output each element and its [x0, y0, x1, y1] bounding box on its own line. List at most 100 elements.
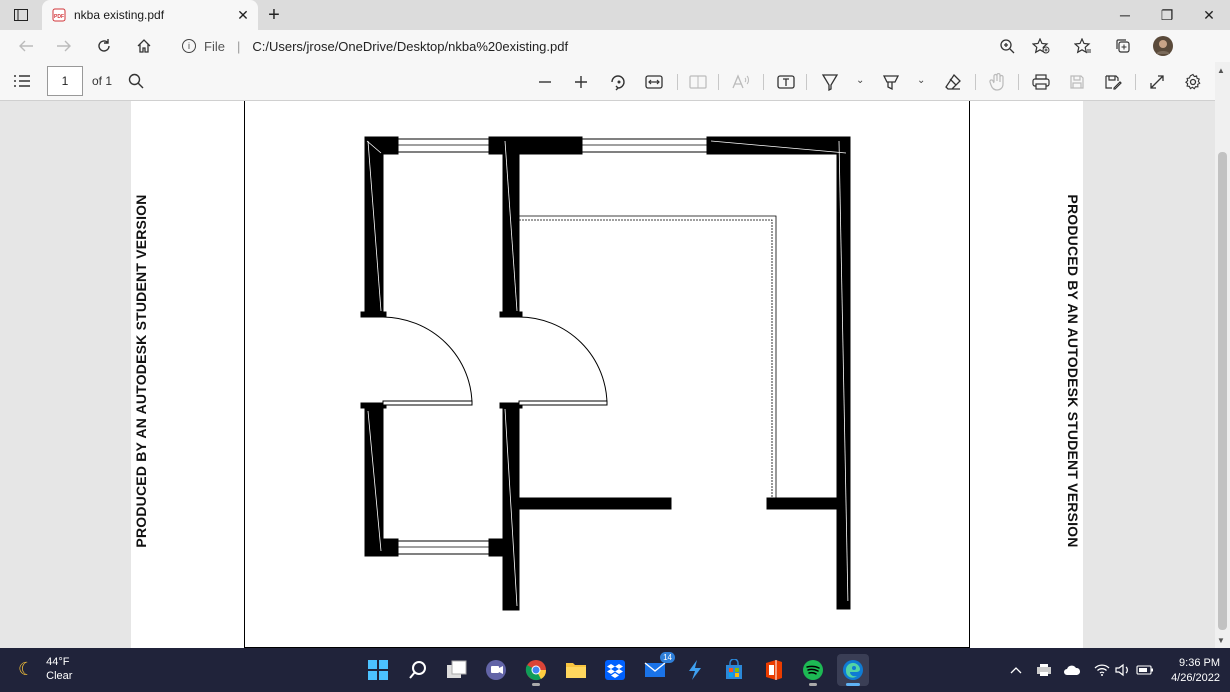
door-swing-left	[382, 316, 473, 406]
printer-tray-icon[interactable]	[1034, 660, 1054, 680]
settings-button[interactable]	[1182, 71, 1204, 93]
weather-widget[interactable]: ☾ 44°F Clear	[18, 655, 72, 683]
store-app[interactable]	[718, 654, 750, 686]
folder-icon	[566, 663, 586, 678]
forward-arrow-icon	[57, 40, 71, 52]
tab-actions-icon	[14, 9, 28, 21]
page-view-button[interactable]	[687, 71, 709, 93]
zoom-in-button[interactable]	[570, 71, 592, 93]
door-jamb	[499, 311, 523, 318]
office-icon	[766, 660, 782, 680]
collections-button[interactable]	[1110, 34, 1136, 58]
battery-icon[interactable]	[1135, 660, 1155, 680]
new-tab-button[interactable]: +	[262, 4, 286, 26]
save-button[interactable]	[1066, 71, 1088, 93]
office-app[interactable]	[758, 654, 790, 686]
scroll-down-arrow-icon[interactable]: ▼	[1217, 636, 1225, 645]
read-aloud-icon	[732, 74, 749, 89]
power-automate-app[interactable]	[679, 654, 711, 686]
toolbar-divider	[677, 74, 678, 90]
wifi-icon[interactable]	[1092, 660, 1112, 680]
fullscreen-button[interactable]	[1146, 71, 1168, 93]
favorites-button[interactable]	[1070, 34, 1096, 58]
home-button[interactable]	[130, 34, 158, 58]
show-hidden-icons-chevron-icon[interactable]	[1006, 660, 1026, 680]
minimize-button[interactable]: ─	[1104, 0, 1146, 30]
profile-button[interactable]	[1150, 34, 1176, 58]
draw-button[interactable]	[819, 71, 841, 93]
wall-bottom-left-b	[488, 538, 520, 557]
door-jamb	[360, 311, 387, 318]
table-of-contents-button[interactable]	[10, 70, 34, 92]
draw-options-chevron-icon[interactable]: ⌄	[856, 75, 864, 86]
add-favorite-button[interactable]	[1028, 34, 1054, 58]
expand-icon	[1150, 75, 1164, 89]
spotify-app[interactable]	[797, 654, 829, 686]
start-button[interactable]	[362, 654, 394, 686]
refresh-icon	[98, 39, 110, 52]
fit-width-icon	[645, 75, 663, 89]
erase-button[interactable]	[942, 71, 964, 93]
volume-icon[interactable]	[1113, 660, 1133, 680]
task-view-button[interactable]	[441, 654, 473, 686]
door-swing-right	[518, 316, 608, 406]
door-leaf-left	[382, 400, 473, 406]
page-number-input[interactable]: 1	[47, 66, 83, 96]
back-button[interactable]	[12, 34, 40, 58]
highlight-button[interactable]	[880, 71, 902, 93]
touch-write-button[interactable]	[986, 71, 1008, 93]
zoom-out-button[interactable]	[534, 71, 556, 93]
chrome-app[interactable]	[520, 654, 552, 686]
onedrive-cloud-icon[interactable]	[1062, 660, 1082, 680]
zoom-button[interactable]	[994, 34, 1020, 58]
fit-to-width-button[interactable]	[643, 71, 665, 93]
save-as-button[interactable]	[1102, 71, 1124, 93]
scroll-up-arrow-icon[interactable]: ▲	[1217, 66, 1225, 75]
scroll-thumb[interactable]	[1218, 152, 1227, 630]
find-in-document-button[interactable]	[126, 71, 146, 91]
rotate-button[interactable]	[607, 71, 629, 93]
tab-close-button[interactable]: ✕	[232, 4, 254, 26]
edge-app-active[interactable]	[837, 654, 869, 686]
teams-chat-button[interactable]	[480, 654, 512, 686]
toolbar-divider	[763, 74, 764, 90]
dropbox-app[interactable]	[599, 654, 631, 686]
highlight-options-chevron-icon[interactable]: ⌄	[917, 75, 925, 86]
spotify-icon	[803, 660, 823, 680]
highlighter-icon	[882, 75, 900, 91]
add-text-button[interactable]	[775, 71, 797, 93]
taskbar-search-button[interactable]	[402, 654, 434, 686]
info-icon[interactable]: i	[182, 39, 196, 53]
gear-icon	[1185, 73, 1201, 90]
weather-description: Clear	[46, 670, 73, 682]
text-box-icon	[777, 75, 795, 89]
refresh-button[interactable]	[90, 34, 118, 58]
close-window-button[interactable]: ✕	[1188, 0, 1230, 30]
file-explorer-app[interactable]	[560, 654, 592, 686]
tab-title: nkba existing.pdf	[74, 8, 165, 22]
mail-unread-badge: 14	[660, 652, 675, 663]
read-aloud-button[interactable]	[730, 71, 752, 93]
page-count-label: of 1	[92, 74, 113, 88]
running-indicator	[809, 683, 817, 686]
back-arrow-icon	[19, 40, 33, 52]
tab-active[interactable]: PDF nkba existing.pdf ✕	[42, 0, 258, 30]
pdf-toolbar: 1 of 1 ⌄ ⌄	[0, 62, 1230, 101]
address-field[interactable]: i File | C:/Users/jrose/OneDrive/Desktop…	[170, 33, 1056, 59]
moon-icon: ☾	[18, 658, 35, 679]
toolbar-divider	[1135, 74, 1136, 90]
system-clock[interactable]: 9:36 PM 4/26/2022	[1160, 656, 1220, 686]
print-button[interactable]	[1030, 71, 1052, 93]
tab-actions-button[interactable]	[6, 4, 36, 26]
toolbar-divider	[975, 74, 976, 90]
vertical-scrollbar[interactable]: ▲ ▼	[1215, 62, 1230, 648]
door-jamb	[360, 402, 387, 409]
pen-icon	[821, 74, 839, 91]
forward-button[interactable]	[50, 34, 78, 58]
window-top-left	[397, 138, 490, 153]
save-as-icon	[1105, 75, 1122, 90]
window-bottom	[397, 540, 490, 555]
running-indicator	[532, 683, 540, 686]
mail-app[interactable]: 14	[639, 652, 675, 686]
maximize-button[interactable]: ❐	[1146, 0, 1188, 30]
